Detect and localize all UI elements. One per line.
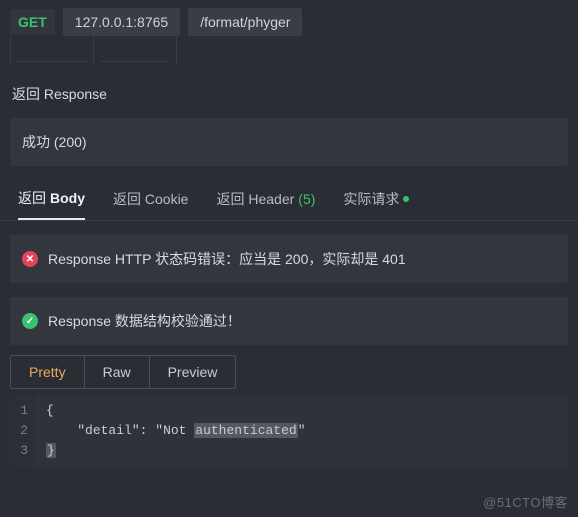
code-line: } — [46, 441, 306, 461]
path-field[interactable]: /format/phyger — [188, 8, 302, 36]
status-error-text: Response HTTP 状态码错误：应当是 200，实际却是 401 — [48, 249, 406, 269]
divider — [176, 36, 177, 64]
tab-header-count: (5) — [298, 191, 315, 207]
http-method-badge: GET — [10, 9, 55, 35]
tab-cookie[interactable]: 返回 Cookie — [113, 189, 188, 219]
divider — [93, 36, 94, 64]
code-line: "detail": "Not authenticated" — [46, 421, 306, 441]
request-sub-row — [0, 36, 578, 70]
response-body-editor[interactable]: 1 2 3 { "detail": "Not authenticated" } — [10, 395, 568, 467]
response-section-title: 返回 Response — [0, 70, 578, 114]
response-tabs: 返回 Body 返回 Cookie 返回 Header (5) 实际请求 — [0, 176, 578, 221]
tab-body[interactable]: 返回 Body — [18, 188, 85, 220]
view-tab-raw[interactable]: Raw — [84, 356, 149, 388]
expected-status-select[interactable]: 成功 (200) — [10, 118, 568, 166]
view-tab-pretty[interactable]: Pretty — [11, 356, 84, 388]
tab-actual-label: 实际请求 — [343, 189, 399, 209]
line-number: 1 — [16, 401, 28, 421]
line-number: 2 — [16, 421, 28, 441]
sub-field[interactable] — [100, 36, 170, 62]
sub-field[interactable] — [17, 36, 87, 62]
code-content: { "detail": "Not authenticated" } — [36, 395, 316, 467]
body-view-tabs: Pretty Raw Preview — [10, 355, 236, 389]
divider — [10, 36, 11, 64]
view-tab-preview[interactable]: Preview — [149, 356, 236, 388]
check-icon: ✓ — [22, 313, 38, 329]
tab-body-label: Body — [50, 190, 85, 206]
tab-header[interactable]: 返回 Header (5) — [216, 189, 315, 219]
schema-ok-text: Response 数据结构校验通过！ — [48, 311, 241, 331]
schema-ok-alert: ✓ Response 数据结构校验通过！ — [10, 297, 568, 345]
dot-indicator-icon — [403, 196, 409, 202]
line-number: 3 — [16, 441, 28, 461]
request-line: GET 127.0.0.1:8765 /format/phyger — [0, 0, 578, 38]
tab-header-label: 返回 Header — [216, 189, 294, 209]
error-icon: ✕ — [22, 251, 38, 267]
code-line: { — [46, 401, 306, 421]
tab-body-prefix: 返回 — [18, 188, 46, 208]
line-number-gutter: 1 2 3 — [10, 395, 36, 467]
status-error-alert: ✕ Response HTTP 状态码错误：应当是 200，实际却是 401 — [10, 235, 568, 283]
host-field[interactable]: 127.0.0.1:8765 — [63, 8, 180, 36]
tab-actual-request[interactable]: 实际请求 — [343, 189, 409, 219]
watermark: @51CTO博客 — [483, 492, 568, 511]
